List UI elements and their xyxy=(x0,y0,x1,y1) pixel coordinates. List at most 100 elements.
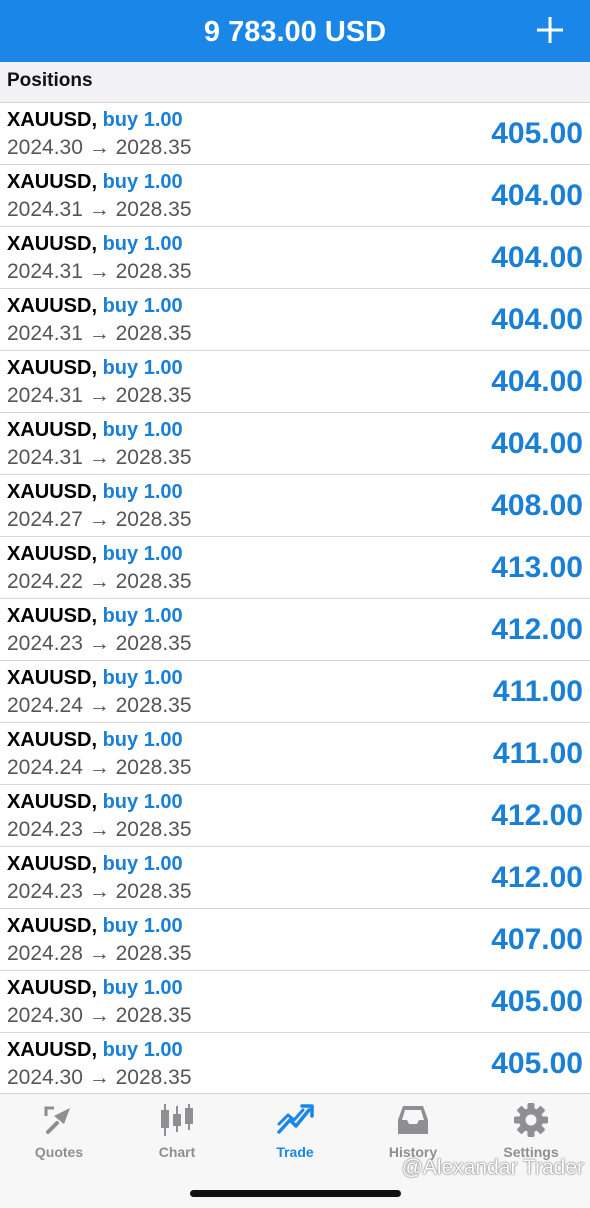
position-side: buy 1.00 xyxy=(102,543,183,565)
position-prices: 2024.24 → 2028.35 xyxy=(7,694,192,718)
position-row[interactable]: XAUUSD, buy 1.00 2024.30 → 2028.35 405.00 xyxy=(0,1033,590,1095)
section-title: Positions xyxy=(7,70,93,91)
arrow-icon: → xyxy=(88,942,110,965)
position-prices: 2024.28 → 2028.35 xyxy=(7,942,192,966)
position-profit: 411.00 xyxy=(492,737,583,770)
position-side: buy 1.00 xyxy=(102,1039,183,1061)
positions-section-header: Positions xyxy=(0,62,590,103)
position-separator: , xyxy=(91,667,103,689)
tab-quotes-label: Quotes xyxy=(34,1144,84,1160)
position-title: XAUUSD, buy 1.00 xyxy=(7,791,183,814)
open-price: 2024.23 xyxy=(7,632,83,655)
current-price: 2028.35 xyxy=(115,942,192,965)
account-balance: 9 783.00 USD xyxy=(203,16,387,48)
position-profit: 411.00 xyxy=(492,675,583,708)
position-row[interactable]: XAUUSD, buy 1.00 2024.27 → 2028.35 408.00 xyxy=(0,475,590,537)
position-profit: 405.00 xyxy=(491,117,583,150)
history-inbox-icon xyxy=(398,1106,428,1134)
position-prices: 2024.31 → 2028.35 xyxy=(7,322,192,346)
position-profit: 412.00 xyxy=(491,799,583,832)
home-indicator[interactable] xyxy=(190,1190,401,1197)
position-side: buy 1.00 xyxy=(102,233,183,255)
position-row[interactable]: XAUUSD, buy 1.00 2024.31 → 2028.35 404.00 xyxy=(0,165,590,227)
position-prices: 2024.31 → 2028.35 xyxy=(7,198,192,222)
position-title: XAUUSD, buy 1.00 xyxy=(7,481,183,504)
open-price: 2024.23 xyxy=(7,880,83,903)
position-side: buy 1.00 xyxy=(102,667,183,689)
position-prices: 2024.31 → 2028.35 xyxy=(7,384,192,408)
arrow-icon: → xyxy=(88,570,110,593)
position-row[interactable]: XAUUSD, buy 1.00 2024.31 → 2028.35 404.00 xyxy=(0,413,590,475)
position-symbol: XAUUSD xyxy=(7,977,92,999)
tab-chart[interactable]: Chart xyxy=(118,1102,236,1168)
position-row[interactable]: XAUUSD, buy 1.00 2024.22 → 2028.35 413.00 xyxy=(0,537,590,599)
current-price: 2028.35 xyxy=(115,632,192,655)
position-row[interactable]: XAUUSD, buy 1.00 2024.24 → 2028.35 411.00 xyxy=(0,661,590,723)
arrow-icon: → xyxy=(88,322,110,345)
position-title: XAUUSD, buy 1.00 xyxy=(7,729,183,752)
quotes-icon xyxy=(44,1106,70,1134)
position-title: XAUUSD, buy 1.00 xyxy=(7,233,183,256)
position-symbol: XAUUSD xyxy=(7,233,92,255)
position-title: XAUUSD, buy 1.00 xyxy=(7,171,183,194)
tab-trade-label: Trade xyxy=(276,1144,314,1160)
position-row[interactable]: XAUUSD, buy 1.00 2024.31 → 2028.35 404.00 xyxy=(0,227,590,289)
current-price: 2028.35 xyxy=(115,756,192,779)
position-separator: , xyxy=(91,295,103,317)
position-row[interactable]: XAUUSD, buy 1.00 2024.31 → 2028.35 404.00 xyxy=(0,289,590,351)
current-price: 2028.35 xyxy=(115,446,192,469)
position-row[interactable]: XAUUSD, buy 1.00 2024.30 → 2028.35 405.00 xyxy=(0,103,590,165)
position-side: buy 1.00 xyxy=(102,419,183,441)
current-price: 2028.35 xyxy=(115,322,192,345)
current-price: 2028.35 xyxy=(115,260,192,283)
open-price: 2024.30 xyxy=(7,136,83,159)
position-row[interactable]: XAUUSD, buy 1.00 2024.30 → 2028.35 405.00 xyxy=(0,971,590,1033)
current-price: 2028.35 xyxy=(115,1066,192,1089)
tab-quotes[interactable]: Quotes xyxy=(0,1102,118,1168)
position-row[interactable]: XAUUSD, buy 1.00 2024.28 → 2028.35 407.00 xyxy=(0,909,590,971)
open-price: 2024.31 xyxy=(7,446,83,469)
position-title: XAUUSD, buy 1.00 xyxy=(7,667,183,690)
position-prices: 2024.23 → 2028.35 xyxy=(7,880,192,904)
position-separator: , xyxy=(91,419,103,441)
open-price: 2024.24 xyxy=(7,756,83,779)
position-row[interactable]: XAUUSD, buy 1.00 2024.23 → 2028.35 412.00 xyxy=(0,599,590,661)
position-row[interactable]: XAUUSD, buy 1.00 2024.31 → 2028.35 404.00 xyxy=(0,351,590,413)
position-side: buy 1.00 xyxy=(102,171,183,193)
add-order-button[interactable] xyxy=(528,8,572,52)
position-separator: , xyxy=(91,605,103,627)
position-symbol: XAUUSD xyxy=(7,791,92,813)
arrow-icon: → xyxy=(88,508,110,531)
open-price: 2024.31 xyxy=(7,198,83,221)
position-row[interactable]: XAUUSD, buy 1.00 2024.23 → 2028.35 412.00 xyxy=(0,847,590,909)
position-profit: 412.00 xyxy=(491,613,583,646)
current-price: 2028.35 xyxy=(115,384,192,407)
position-title: XAUUSD, buy 1.00 xyxy=(7,295,183,318)
position-prices: 2024.27 → 2028.35 xyxy=(7,508,192,532)
position-side: buy 1.00 xyxy=(102,481,183,503)
position-prices: 2024.30 → 2028.35 xyxy=(7,136,192,160)
position-separator: , xyxy=(91,171,103,193)
position-side: buy 1.00 xyxy=(102,109,183,131)
position-profit: 404.00 xyxy=(491,427,583,460)
open-price: 2024.28 xyxy=(7,942,83,965)
arrow-icon: → xyxy=(88,198,110,221)
position-symbol: XAUUSD xyxy=(7,915,92,937)
position-side: buy 1.00 xyxy=(102,729,183,751)
position-profit: 404.00 xyxy=(491,365,583,398)
position-row[interactable]: XAUUSD, buy 1.00 2024.23 → 2028.35 412.00 xyxy=(0,785,590,847)
open-price: 2024.24 xyxy=(7,694,83,717)
position-profit: 413.00 xyxy=(491,551,583,584)
watermark-text: @Alexandar Trader xyxy=(401,1156,584,1179)
position-title: XAUUSD, buy 1.00 xyxy=(7,853,183,876)
position-separator: , xyxy=(91,791,103,813)
position-title: XAUUSD, buy 1.00 xyxy=(7,543,183,566)
position-separator: , xyxy=(91,543,103,565)
position-symbol: XAUUSD xyxy=(7,605,92,627)
tab-trade[interactable]: Trade xyxy=(236,1102,354,1168)
position-title: XAUUSD, buy 1.00 xyxy=(7,1039,183,1062)
position-row[interactable]: XAUUSD, buy 1.00 2024.24 → 2028.35 411.00 xyxy=(0,723,590,785)
arrow-icon: → xyxy=(88,1004,110,1027)
positions-list: XAUUSD, buy 1.00 2024.30 → 2028.35 405.00 X… xyxy=(0,103,590,1095)
position-title: XAUUSD, buy 1.00 xyxy=(7,605,183,628)
